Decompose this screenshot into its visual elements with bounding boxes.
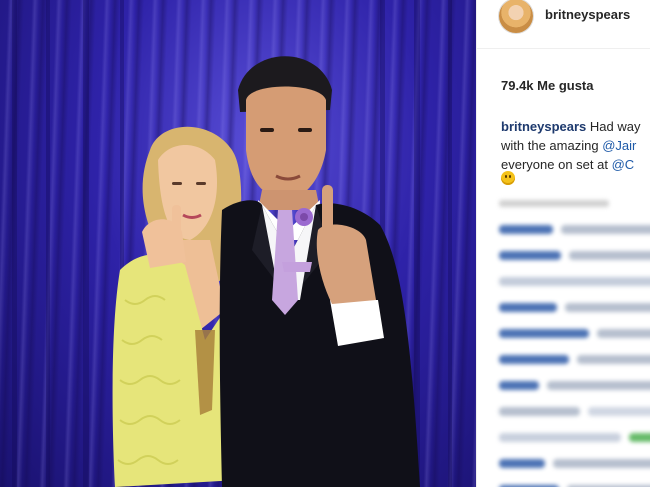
list-item xyxy=(499,321,650,345)
post-details-panel: britneyspears 79.4k Me gusta britneyspea… xyxy=(476,0,650,487)
header-divider xyxy=(477,48,650,49)
profile-username-link[interactable]: britneyspears xyxy=(545,7,630,22)
photo-illustration xyxy=(12,0,452,487)
caption-mention-c[interactable]: @C xyxy=(612,157,635,172)
likes-count[interactable]: 79.4k Me gusta xyxy=(501,78,594,93)
list-item xyxy=(499,425,650,449)
blurred-comments-list xyxy=(499,200,650,487)
list-item xyxy=(499,477,650,487)
caption-username-link[interactable]: britneyspears xyxy=(501,119,586,134)
instagram-post-view: britneyspears 79.4k Me gusta britneyspea… xyxy=(0,0,650,487)
list-item xyxy=(499,295,650,319)
list-item xyxy=(499,217,650,241)
caption-text-2: with the amazing xyxy=(501,138,599,153)
caption-line-1: britneyspears Had way xyxy=(501,117,650,136)
list-item xyxy=(499,347,650,371)
caption-text-1: Had way xyxy=(589,119,641,134)
post-caption: britneyspears Had way with the amazing @… xyxy=(501,117,650,174)
post-header: britneyspears xyxy=(499,0,630,34)
list-item xyxy=(499,399,650,423)
caption-line-3: everyone on set at @C xyxy=(501,155,650,174)
list-item xyxy=(499,269,650,293)
list-item xyxy=(499,243,650,267)
post-photo[interactable] xyxy=(0,0,476,487)
caption-line-2: with the amazing @Jair xyxy=(501,136,650,155)
avatar[interactable] xyxy=(499,0,533,33)
caption-mention-jair[interactable]: @Jair xyxy=(602,138,636,153)
post-date-blurred xyxy=(499,200,609,207)
grinning-face-icon xyxy=(501,171,515,185)
caption-text-3: everyone on set at xyxy=(501,157,608,172)
list-item xyxy=(499,451,650,475)
list-item xyxy=(499,373,650,397)
